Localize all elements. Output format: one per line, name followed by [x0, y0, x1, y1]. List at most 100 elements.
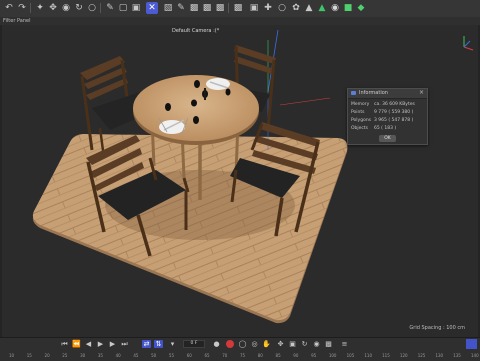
toolbar-divider [228, 3, 229, 13]
axis-icon[interactable]: ▣ [248, 2, 260, 14]
deformer-icon[interactable]: ✿ [290, 2, 302, 14]
preview-range-icon[interactable]: ⇅ [154, 340, 163, 348]
information-icon [351, 91, 356, 95]
key-scale-icon[interactable]: ▣ [288, 340, 297, 348]
previous-key-icon[interactable]: ⏪ [72, 340, 81, 348]
floor-icon[interactable]: ✚ [262, 2, 274, 14]
axis-gizmo [463, 36, 474, 51]
subdivide-icon[interactable]: ▩ [188, 2, 200, 14]
menu-filter[interactable]: Filter [3, 17, 15, 25]
undo-icon[interactable]: ↶ [3, 2, 15, 14]
render-settings-icon[interactable]: ✕ [146, 2, 158, 14]
dropdown-icon[interactable]: ▾ [168, 340, 177, 348]
snap-icon[interactable]: ▩ [232, 2, 244, 14]
ruler-label: 105 [346, 353, 355, 358]
ruler-label: 80 [257, 353, 263, 358]
environment-icon[interactable]: ▲ [316, 2, 328, 14]
brush-icon[interactable]: ✎ [104, 2, 116, 14]
ruler-label: 10 [9, 353, 15, 358]
camera-label[interactable]: Default Camera :(* [172, 28, 219, 34]
next-frame-icon[interactable]: ▶ [108, 340, 117, 348]
key-position-icon[interactable]: ✋ [262, 340, 271, 348]
camera-icon[interactable]: ▩ [214, 2, 226, 14]
3d-viewport[interactable]: Default Camera :(* Grid Spacing : 100 cm [0, 25, 480, 337]
current-frame-field[interactable]: 0 F [183, 340, 205, 348]
scene-render [32, 29, 348, 324]
ruler-label: 15 [26, 353, 32, 358]
info-label-objects: Objects [351, 126, 369, 131]
layout-toggle-button[interactable] [466, 339, 477, 349]
tag-icon[interactable]: ▲ [303, 2, 315, 14]
cube-icon[interactable]: ▧ [162, 2, 174, 14]
select-icon[interactable]: ✦ [34, 2, 46, 14]
info-value-objects: 65 ( 183 ) [374, 126, 397, 131]
key-move-icon[interactable]: ✥ [276, 340, 285, 348]
ruler-label: 50 [151, 353, 157, 358]
loop-icon[interactable]: ⇄ [142, 340, 151, 348]
timeline-bar: ⏮ ⏪ ◀ ▶ ▶ ⏭ ⇄ ⇅ ▾ 0 F ● ◯ ◎ ✋ ✥ ▣ ↻ ◉ ▩ … [0, 337, 480, 361]
keyframe-selection-icon[interactable]: ◎ [250, 340, 259, 348]
ruler-label: 75 [240, 353, 246, 358]
ruler-label: 115 [382, 353, 390, 358]
go-to-end-icon[interactable]: ⏭ [120, 340, 129, 348]
object-icon[interactable]: ○ [86, 2, 98, 14]
info-label-polygons: Polygons [351, 118, 372, 123]
ruler-label: 30 [80, 353, 86, 358]
key-rotate-icon[interactable]: ↻ [300, 340, 309, 348]
scale-icon[interactable]: ◉ [60, 2, 72, 14]
viewport-menu: Filter Panel [0, 17, 480, 25]
key-param-icon[interactable]: ◉ [312, 340, 321, 348]
play-icon[interactable]: ▶ [96, 340, 105, 348]
render-region-icon[interactable]: ▢ [117, 2, 129, 14]
dialog-title-bar[interactable]: Information × [348, 89, 427, 99]
toolbar-divider [30, 3, 31, 13]
redo-icon[interactable]: ↷ [16, 2, 28, 14]
info-value-memory: ca. 36 609 KBytes [374, 102, 415, 107]
viewport-left-border [0, 25, 2, 337]
ruler-label: 120 [399, 353, 408, 358]
ruler-label: 130 [435, 353, 444, 358]
effector-icon[interactable]: ◆ [355, 2, 367, 14]
toolbar-divider [100, 3, 101, 13]
ruler-label: 135 [453, 353, 461, 358]
info-label-points: Points [351, 110, 365, 115]
previous-frame-icon[interactable]: ◀ [84, 340, 93, 348]
ruler-label: 85 [275, 353, 281, 358]
ruler-label: 55 [168, 353, 175, 358]
ruler-label: 60 [186, 353, 192, 358]
green-cube-icon[interactable]: ■ [342, 2, 354, 14]
autokey-icon[interactable]: ◯ [238, 340, 247, 348]
ruler-label: 95 [311, 353, 317, 358]
record-icon[interactable] [226, 340, 234, 348]
info-value-polygons: 3 965 ( 547 878 ) [374, 118, 414, 123]
ruler-label: 70 [222, 353, 228, 358]
ruler-label: 20 [44, 353, 50, 358]
transport-controls: ⏮ ⏪ ◀ ▶ ▶ ⏭ ⇄ ⇅ ▾ 0 F ● ◯ ◎ ✋ ✥ ▣ ↻ ◉ ▩ … [0, 338, 480, 350]
key-pla-icon[interactable]: ▩ [324, 340, 333, 348]
render-view-icon[interactable]: ▣ [130, 2, 142, 14]
ruler-label: 90 [293, 353, 299, 358]
pen-icon[interactable]: ✎ [175, 2, 187, 14]
ruler-label: 110 [364, 353, 373, 358]
info-label-memory: Memory [351, 102, 370, 107]
ok-button[interactable]: OK [379, 135, 396, 142]
light-icon[interactable]: ▩ [201, 2, 213, 14]
ruler-label: 125 [417, 353, 426, 358]
ruler-label: 40 [115, 353, 121, 358]
keyframe-icon[interactable]: ● [212, 340, 221, 348]
timeline-menu-icon[interactable]: ≡ [340, 340, 349, 348]
rotate-icon[interactable]: ↻ [73, 2, 85, 14]
ruler-label: 100 [328, 353, 337, 358]
menu-panel[interactable]: Panel [17, 17, 31, 25]
ruler-label: 25 [62, 353, 68, 358]
ruler-label: 35 [97, 353, 103, 358]
close-icon[interactable]: × [419, 89, 424, 97]
array-icon[interactable]: ○ [276, 2, 288, 14]
light-bulb-icon[interactable]: ◉ [329, 2, 341, 14]
move-icon[interactable]: ✥ [47, 2, 59, 14]
ruler-label: 65 [204, 353, 210, 358]
ruler-label: 140 [471, 353, 479, 358]
go-to-start-icon[interactable]: ⏮ [60, 340, 69, 348]
information-dialog: Information × Memory ca. 36 609 KBytes P… [347, 88, 428, 145]
info-value-points: 9 779 ( 559 380 ) [374, 110, 414, 115]
